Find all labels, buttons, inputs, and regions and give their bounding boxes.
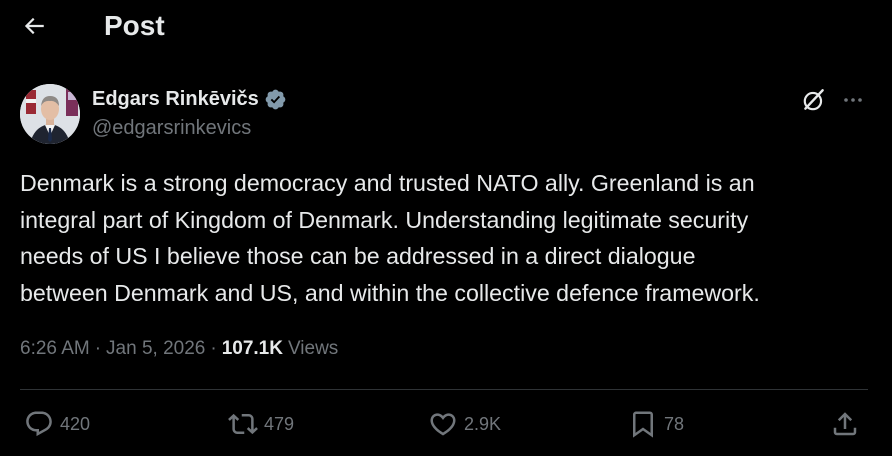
repost-button[interactable]: 479 xyxy=(228,406,294,442)
divider xyxy=(20,389,868,390)
author-handle[interactable]: @edgarsrinkevics xyxy=(92,115,251,141)
views-label: Views xyxy=(287,338,339,359)
post-page: Post Edgars Rinkēvičs @edgarsrinkevics D… xyxy=(0,0,892,456)
post-text: Denmark is a strong democracy and truste… xyxy=(20,170,760,306)
reply-button[interactable]: 420 xyxy=(24,406,90,442)
grok-button[interactable] xyxy=(800,86,828,114)
header: Post xyxy=(0,0,892,52)
arrow-left-icon xyxy=(24,17,44,35)
bookmark-button[interactable]: 78 xyxy=(628,406,684,442)
heart-icon xyxy=(430,413,456,436)
page-title: Post xyxy=(104,10,165,41)
post-time[interactable]: 6:26 AM xyxy=(20,338,90,360)
like-count: 2.9K xyxy=(464,413,502,434)
views-count: 107.1K xyxy=(221,338,283,359)
back-button[interactable] xyxy=(14,6,54,46)
reply-icon xyxy=(26,411,52,437)
repost-count: 479 xyxy=(264,413,295,434)
avatar[interactable] xyxy=(20,84,80,144)
meta-separator: · xyxy=(94,338,102,359)
avatar-image xyxy=(20,84,80,144)
grok-icon xyxy=(803,89,824,111)
meta-separator: · xyxy=(210,338,217,359)
bookmark-count: 78 xyxy=(664,413,685,434)
share-icon xyxy=(833,412,857,436)
verified-badge-icon[interactable] xyxy=(264,88,287,111)
post-date[interactable]: Jan 5, 2026 xyxy=(106,338,205,360)
bookmark-icon xyxy=(633,411,653,438)
more-button[interactable] xyxy=(838,86,868,114)
like-button[interactable]: 2.9K xyxy=(428,406,501,442)
more-horizontal-icon xyxy=(844,98,862,102)
author-name[interactable]: Edgars Rinkēvičs xyxy=(92,86,259,112)
share-button[interactable] xyxy=(830,406,860,442)
post-meta: 6:26 AM · Jan 5, 2026 · 107.1K Views xyxy=(20,334,338,364)
reply-count: 420 xyxy=(60,413,91,434)
repost-icon xyxy=(228,413,258,435)
author-name-row: Edgars Rinkēvičs xyxy=(92,85,287,113)
